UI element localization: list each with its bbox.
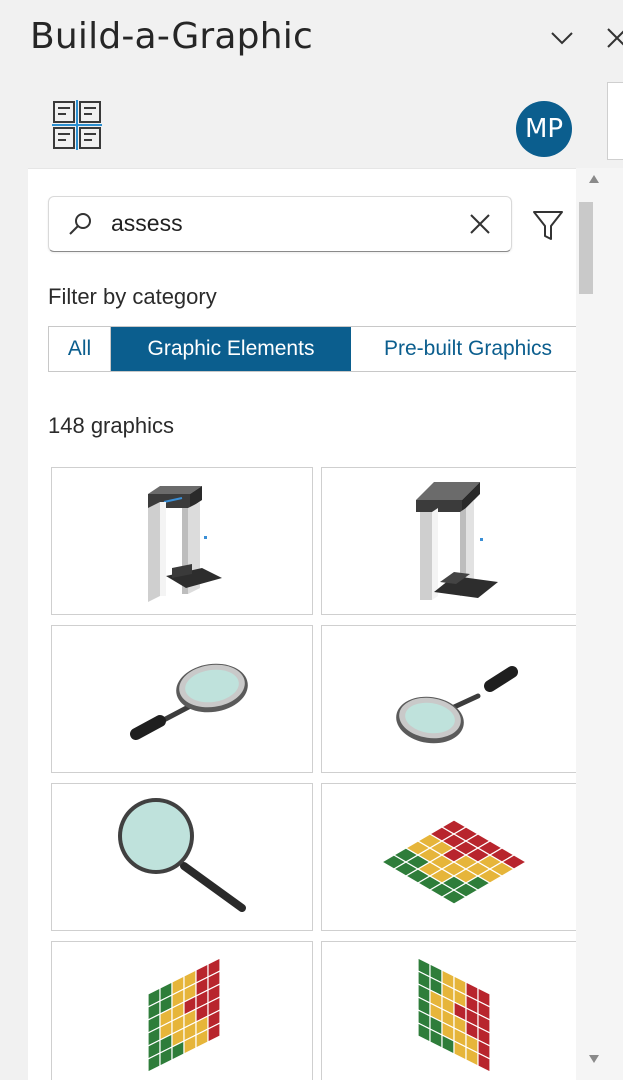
scroll-up-icon[interactable] [588,174,600,184]
scroll-down-icon[interactable] [588,1054,600,1064]
scroll-thumb[interactable] [579,202,593,294]
scrollbar[interactable] [576,168,623,1080]
window-title: Build-a-Graphic [30,16,313,57]
pane-header: MP [28,80,605,169]
category-filter: All Graphic Elements Pre-built Graphics [48,326,586,372]
clear-search-button[interactable] [465,209,495,239]
magnifying-glass-icon [118,798,246,912]
security-scanner-gate-icon [148,486,222,602]
filter-label: Filter by category [48,284,217,309]
build-a-graphic-logo-icon [52,100,102,155]
magnifying-glass-icon [396,666,518,744]
filter-icon[interactable] [528,206,568,246]
task-pane: MP Filter by category All Graphic Elemen… [28,80,605,1080]
risk-heatmap-grid-icon [380,819,528,905]
graphic-card[interactable] [321,625,583,773]
filter-option-graphic-elements[interactable]: Graphic Elements [111,327,351,371]
chevron-down-icon[interactable] [544,20,580,56]
risk-heatmap-grid-icon [147,957,221,1073]
graphic-card[interactable] [321,783,583,931]
security-scanner-gate-icon [416,482,498,600]
graphic-card[interactable] [321,467,583,615]
filter-option-pre-built-graphics[interactable]: Pre-built Graphics [351,327,585,371]
title-bar: Build-a-Graphic [0,0,623,80]
graphic-card[interactable] [51,941,313,1080]
side-panel-tab[interactable] [607,82,623,160]
search-box [48,196,512,252]
graphic-card[interactable] [51,467,313,615]
graphic-card[interactable] [51,783,313,931]
risk-heatmap-grid-icon [417,957,491,1073]
results-count: 148 graphics [48,413,174,438]
avatar[interactable]: MP [516,101,572,157]
search-input[interactable] [111,207,451,239]
magnifying-glass-icon [130,663,248,740]
close-icon[interactable] [600,20,623,56]
filter-option-all[interactable]: All [49,327,111,371]
graphic-card[interactable] [51,625,313,773]
graphic-card[interactable] [321,941,583,1080]
search-icon [67,210,95,243]
